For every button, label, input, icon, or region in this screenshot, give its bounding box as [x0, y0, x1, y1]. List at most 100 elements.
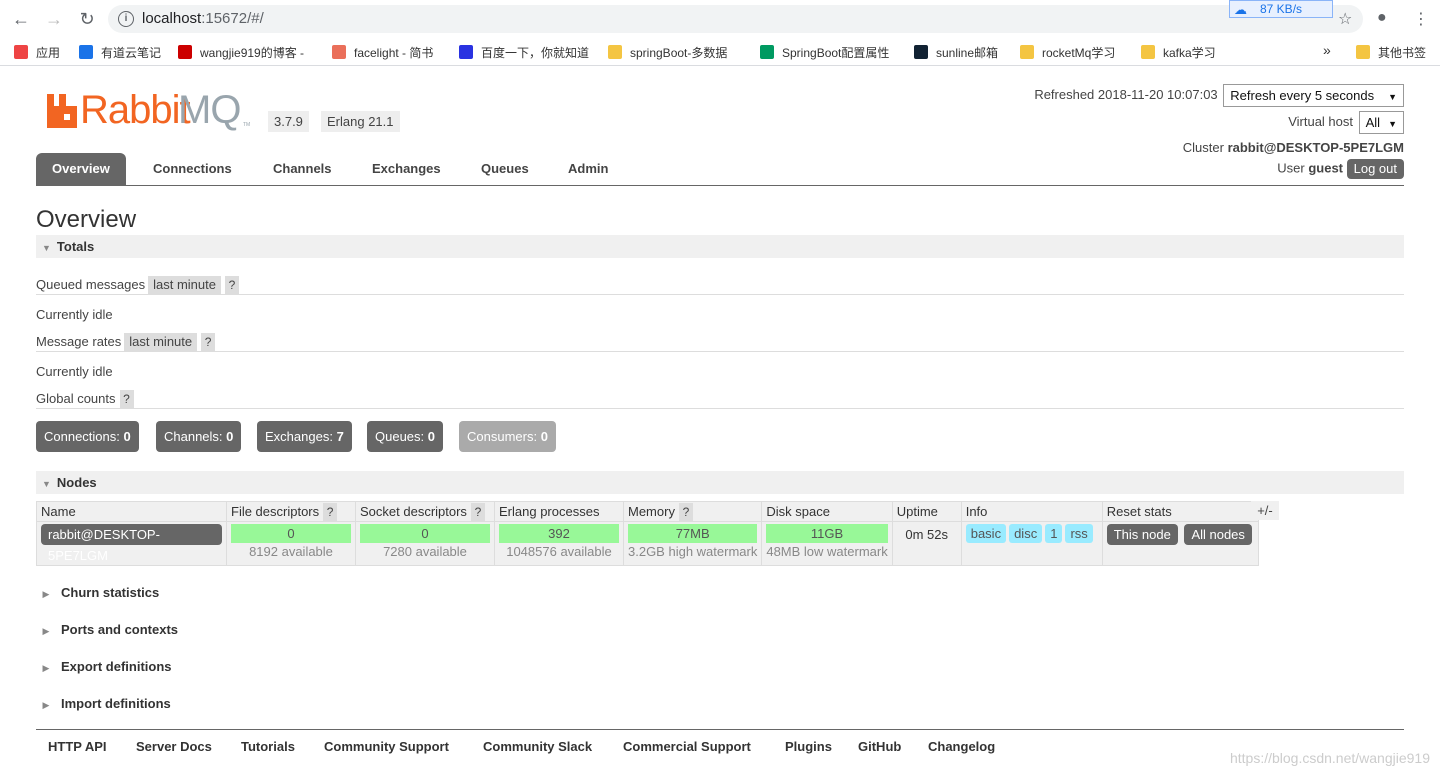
- watermark: https://blog.csdn.net/wangjie919: [1229, 750, 1430, 766]
- section-churn-statistics[interactable]: ▶ Churn statistics: [36, 585, 160, 600]
- node-name-link[interactable]: rabbit@DESKTOP-5PE7LGM: [41, 524, 222, 563]
- footer-link-server-docs[interactable]: Server Docs: [136, 739, 212, 754]
- refresh-select[interactable]: Refresh every 5 seconds ▼: [1223, 84, 1404, 107]
- more-bookmarks[interactable]: »: [1323, 42, 1331, 58]
- count-consumers[interactable]: Consumers: 0: [459, 421, 556, 452]
- reload-icon[interactable]: ↻: [76, 8, 98, 30]
- footer-link-commercial-support[interactable]: Commercial Support: [623, 739, 751, 754]
- help-icon[interactable]: ?: [678, 502, 693, 521]
- cell-socket-descriptors: 0 7280 available: [355, 521, 495, 566]
- bookmark-icon: [760, 45, 774, 59]
- divider: [36, 408, 1404, 409]
- divider: [36, 294, 1404, 295]
- section-import-definitions[interactable]: ▶ Import definitions: [36, 696, 171, 711]
- idle-text: Currently idle: [36, 364, 113, 379]
- tab-exchanges[interactable]: Exchanges: [372, 153, 441, 185]
- fd-bar: 0: [231, 524, 351, 543]
- cell-uptime: 0m 52s: [891, 521, 962, 566]
- reset-this-node-button[interactable]: This node: [1106, 524, 1178, 545]
- count-channels[interactable]: Channels: 0: [156, 421, 242, 452]
- section-export-definitions[interactable]: ▶ Export definitions: [36, 659, 172, 674]
- collapsed-triangle-icon: ▶: [42, 700, 50, 710]
- bookmark-item[interactable]: 应用: [14, 44, 60, 61]
- footer-link-github[interactable]: GitHub: [858, 739, 901, 754]
- back-arrow-icon[interactable]: ←: [10, 8, 32, 30]
- info-tag-basic[interactable]: basic: [965, 524, 1007, 543]
- bookmark-icon: [1141, 45, 1155, 59]
- vhost-label: Virtual host: [1288, 113, 1353, 129]
- queued-messages-row: Queued messages last minute?: [36, 276, 239, 294]
- help-icon[interactable]: ?: [470, 502, 485, 521]
- queued-range-select[interactable]: last minute: [148, 276, 221, 294]
- bookmark-item[interactable]: kafka学习: [1141, 44, 1216, 61]
- logo-word-mq: MQ: [178, 88, 241, 132]
- bookmark-item[interactable]: SpringBoot配置属性: [760, 44, 889, 61]
- col-uptime: Uptime: [891, 501, 962, 522]
- tab-queues[interactable]: Queues: [481, 153, 529, 185]
- tab-connections[interactable]: Connections: [153, 153, 232, 185]
- expanded-triangle-icon: ▼: [42, 243, 51, 253]
- bookmark-item[interactable]: 有道云笔记: [79, 44, 161, 61]
- nodes-header[interactable]: ▼ Nodes: [36, 471, 1404, 494]
- tab-channels[interactable]: Channels: [273, 153, 332, 185]
- help-icon[interactable]: ?: [201, 333, 216, 351]
- tab-overview[interactable]: Overview: [36, 153, 126, 185]
- totals-header[interactable]: ▼ Totals: [36, 235, 1404, 258]
- column-toggle-button[interactable]: +/-: [1251, 501, 1279, 520]
- col-disk-space: Disk space: [761, 501, 893, 522]
- forward-arrow-icon[interactable]: →: [43, 8, 65, 30]
- bookmark-item[interactable]: sunline邮箱: [914, 44, 998, 61]
- page-title: Overview: [36, 206, 137, 233]
- cell-memory: 77MB 3.2GB high watermark: [622, 521, 763, 566]
- tab-admin[interactable]: Admin: [568, 153, 608, 185]
- cell-disk-space: 11GB 48MB low watermark: [761, 521, 893, 566]
- memory-bar: 77MB: [628, 524, 758, 543]
- other-bookmarks[interactable]: 其他书签: [1356, 44, 1426, 61]
- rates-range-select[interactable]: last minute: [124, 333, 198, 351]
- bookmark-label: facelight - 简书: [354, 46, 434, 60]
- bookmark-item[interactable]: 百度一下，你就知道: [459, 44, 589, 61]
- count-exchanges[interactable]: Exchanges: 7: [257, 421, 352, 452]
- bookmark-item[interactable]: rocketMq学习: [1020, 44, 1115, 61]
- footer-link-community-support[interactable]: Community Support: [324, 739, 449, 754]
- vhost-select[interactable]: All ▼: [1358, 111, 1404, 134]
- col-file-descriptors: File descriptors?: [226, 501, 356, 522]
- footer-link-community-slack[interactable]: Community Slack: [483, 739, 592, 754]
- bookmark-label: wangjie919的博客 -: [200, 46, 305, 60]
- count-queues[interactable]: Queues: 0: [367, 421, 444, 452]
- table-row: rabbit@DESKTOP-5PE7LGM 0 8192 available 0…: [36, 521, 1259, 566]
- star-icon[interactable]: ☆: [1338, 9, 1352, 29]
- reset-all-nodes-button[interactable]: All nodes: [1184, 524, 1252, 545]
- bookmark-item[interactable]: facelight - 简书: [332, 44, 433, 61]
- table-header-row: Name File descriptors? Socket descriptor…: [36, 501, 1259, 522]
- section-ports-and-contexts[interactable]: ▶ Ports and contexts: [36, 622, 179, 637]
- count-connections[interactable]: Connections: 0: [36, 421, 139, 452]
- bookmark-item[interactable]: springBoot-多数据: [608, 44, 727, 61]
- help-icon[interactable]: ?: [119, 390, 134, 408]
- rabbit-icon: [47, 94, 77, 128]
- cell-erlang-processes: 392 1048576 available: [494, 521, 624, 566]
- info-tag-count[interactable]: 1: [1045, 524, 1063, 543]
- cell-name: rabbit@DESKTOP-5PE7LGM: [36, 521, 227, 566]
- col-reset-stats: Reset stats: [1101, 501, 1259, 522]
- info-icon[interactable]: i: [118, 11, 134, 27]
- info-tag-disc[interactable]: disc: [1009, 524, 1043, 543]
- profile-icon[interactable]: ●: [1377, 9, 1387, 27]
- logo-word-rabbit: Rabbit: [80, 88, 191, 132]
- menu-icon[interactable]: ⋮: [1413, 9, 1429, 29]
- global-counts-row: Global counts?: [36, 390, 134, 408]
- vhost-row: Virtual host All ▼: [1288, 111, 1404, 134]
- bookmark-item[interactable]: wangjie919的博客 -: [178, 44, 304, 61]
- col-name: Name: [36, 501, 227, 522]
- help-icon[interactable]: ?: [225, 276, 239, 294]
- sd-bar: 0: [360, 524, 490, 543]
- footer-link-changelog[interactable]: Changelog: [928, 739, 995, 754]
- footer-link-plugins[interactable]: Plugins: [785, 739, 832, 754]
- col-erlang-processes: Erlang processes: [494, 501, 624, 522]
- info-tag-rss[interactable]: rss: [1065, 524, 1093, 543]
- footer-link-tutorials[interactable]: Tutorials: [241, 739, 295, 754]
- help-icon[interactable]: ?: [323, 502, 338, 521]
- bookmark-label: kafka学习: [1163, 46, 1216, 60]
- address-bar[interactable]: i localhost:15672/#/: [108, 5, 1363, 33]
- footer-link-http-api[interactable]: HTTP API: [48, 739, 107, 754]
